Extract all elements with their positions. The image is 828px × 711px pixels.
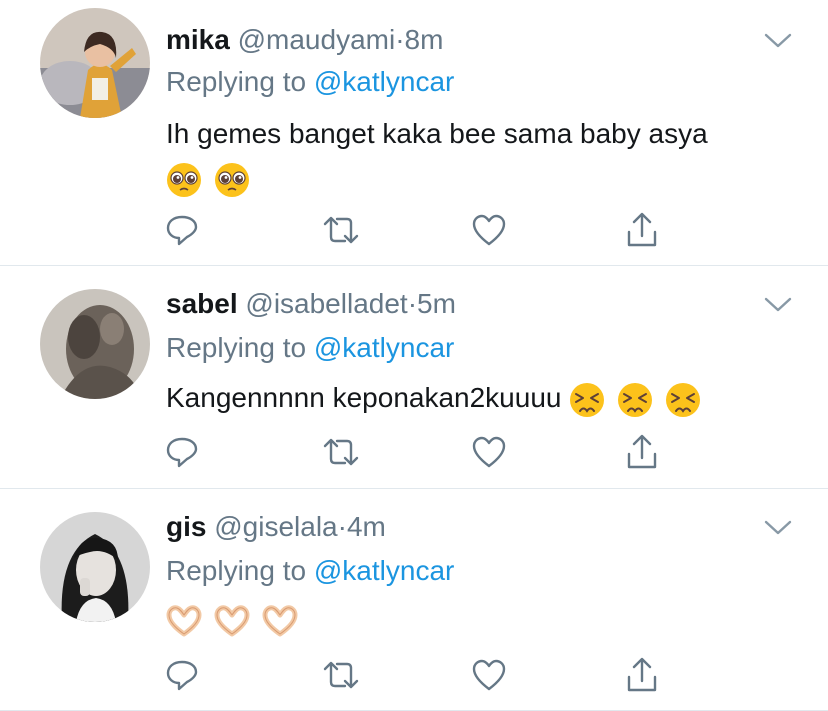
persevering-face-emoji — [570, 382, 605, 417]
tweet-text: Kangennnnn keponakan2kuuuu — [166, 376, 705, 420]
heart-hands-emoji — [262, 604, 298, 637]
retweet-icon — [323, 438, 359, 466]
share-icon — [627, 657, 657, 692]
user-handle[interactable]: @giselala — [214, 511, 337, 542]
mention-link[interactable]: @katlyncar — [314, 332, 454, 363]
heart-hands-emoji — [166, 604, 202, 637]
tweet-card[interactable]: sabel @isabelladet·5m Replying to @katly… — [0, 266, 828, 489]
chevron-down-icon[interactable] — [764, 296, 792, 314]
mention-link[interactable]: @katlyncar — [314, 66, 454, 97]
like-icon — [472, 659, 506, 691]
separator: · — [395, 24, 405, 55]
retweet-button[interactable] — [321, 210, 361, 250]
tweet-header: gis @giselala·4m — [166, 509, 386, 545]
user-handle[interactable]: @isabelladet — [245, 288, 407, 319]
tweet-actions — [0, 210, 828, 250]
share-icon — [627, 212, 657, 247]
chevron-down-icon[interactable] — [764, 519, 792, 537]
mention-link[interactable]: @katlyncar — [314, 555, 454, 586]
user-handle[interactable]: @maudyami — [238, 24, 396, 55]
replying-to: Replying to @katlyncar — [166, 330, 454, 366]
replying-to: Replying to @katlyncar — [166, 553, 454, 589]
persevering-face-emoji — [618, 382, 653, 417]
tweet-text: Ih gemes banget kaka bee sama baby asya — [166, 112, 708, 200]
share-button[interactable] — [622, 655, 662, 695]
tweet-actions — [0, 432, 828, 472]
emoji-row — [569, 382, 705, 417]
avatar[interactable] — [40, 512, 150, 622]
replying-to-label: Replying to — [166, 66, 307, 97]
reply-icon — [166, 660, 198, 691]
display-name[interactable]: mika — [166, 24, 230, 55]
tweet-header: sabel @isabelladet·5m — [166, 286, 456, 322]
reply-button[interactable] — [162, 655, 202, 695]
timestamp[interactable]: 5m — [417, 288, 456, 319]
tweet-text-content: Ih gemes banget kaka bee sama baby asya — [166, 118, 708, 149]
like-button[interactable] — [469, 432, 509, 472]
tweet-text-content: Kangennnnn keponakan2kuuuu — [166, 382, 562, 413]
retweet-button[interactable] — [321, 655, 361, 695]
retweet-icon — [323, 216, 359, 244]
avatar[interactable] — [40, 8, 150, 118]
reply-icon — [166, 215, 198, 246]
timestamp[interactable]: 4m — [347, 511, 386, 542]
tweet-text — [166, 597, 302, 641]
separator: · — [337, 511, 347, 542]
tweet-actions — [0, 655, 828, 695]
replying-to-label: Replying to — [166, 555, 307, 586]
share-button[interactable] — [622, 432, 662, 472]
persevering-face-emoji — [665, 382, 700, 417]
share-button[interactable] — [622, 210, 662, 250]
separator: · — [407, 288, 418, 319]
avatar[interactable] — [40, 289, 150, 399]
like-icon — [472, 214, 506, 246]
reply-button[interactable] — [162, 432, 202, 472]
retweet-icon — [323, 661, 359, 689]
display-name[interactable]: gis — [166, 511, 206, 542]
replying-to-label: Replying to — [166, 332, 307, 363]
reply-button[interactable] — [162, 210, 202, 250]
chevron-down-icon[interactable] — [764, 32, 792, 50]
like-button[interactable] — [469, 210, 509, 250]
like-icon — [472, 436, 506, 468]
tweet-header: mika @maudyami·8m — [166, 22, 443, 58]
replying-to: Replying to @katlyncar — [166, 64, 454, 100]
timestamp[interactable]: 8m — [405, 24, 444, 55]
tweet-card[interactable]: mika @maudyami·8m Replying to @katlyncar… — [0, 0, 828, 266]
pleading-face-emoji — [214, 162, 249, 197]
like-button[interactable] — [469, 655, 509, 695]
heart-hands-emoji — [214, 604, 250, 637]
display-name[interactable]: sabel — [166, 288, 238, 319]
retweet-button[interactable] — [321, 432, 361, 472]
share-icon — [627, 434, 657, 469]
emoji-row — [166, 156, 708, 200]
reply-icon — [166, 437, 198, 468]
emoji-row — [166, 603, 302, 637]
pleading-face-emoji — [167, 162, 201, 197]
tweet-card[interactable]: gis @giselala·4m Replying to @katlyncar — [0, 489, 828, 711]
